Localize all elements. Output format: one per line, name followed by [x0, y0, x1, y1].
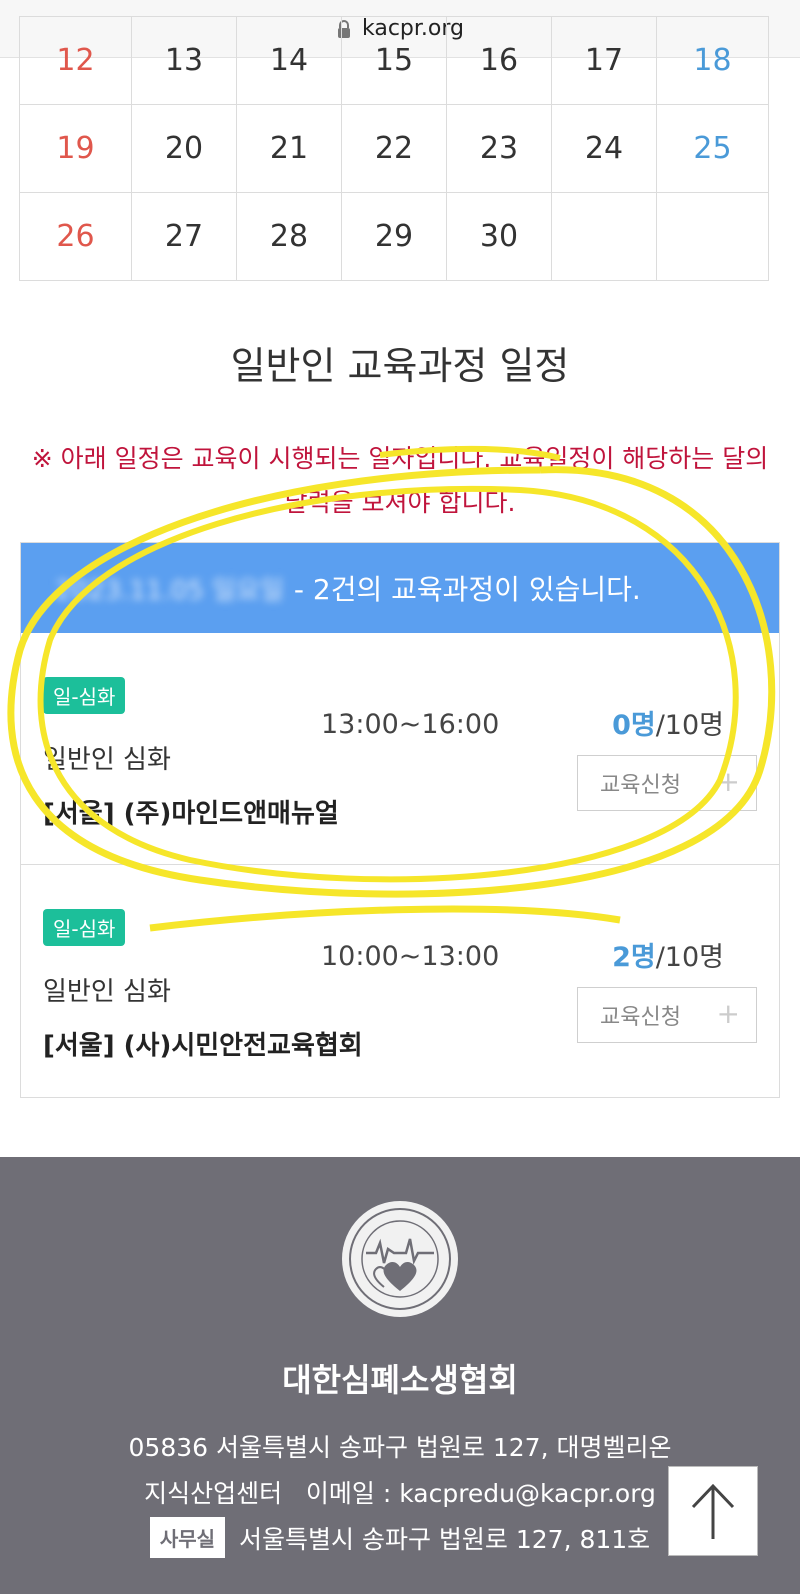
calendar-day[interactable]: 29 [341, 192, 447, 281]
apply-course-button[interactable]: 교육신청 + [577, 987, 757, 1043]
course-enrollment: 0명/10명 [612, 703, 724, 742]
course-time: 10:00~13:00 [321, 941, 500, 972]
course-place: [서울] (주)마인드앤매뉴얼 [43, 799, 339, 829]
course-schedule-list: 2023.11.05 일요일 - 2건의 교육과정이 있습니다. 일-심화 일반… [20, 542, 780, 1098]
calendar-day[interactable]: 28 [236, 192, 342, 281]
calendar-day[interactable]: 25 [656, 104, 769, 193]
course-type: 일반인 심화 [43, 977, 171, 1007]
calendar-week-row: 12 13 14 15 16 17 18 [19, 16, 780, 106]
calendar-day[interactable]: 12 [19, 16, 132, 105]
calendar-day-empty [656, 192, 769, 281]
plus-icon: + [716, 765, 740, 798]
scroll-to-top-button[interactable] [668, 1466, 758, 1556]
calendar-day[interactable]: 24 [551, 104, 657, 193]
calendar-day[interactable]: 15 [341, 16, 447, 105]
calendar-week-row: 19 20 21 22 23 24 25 [19, 104, 780, 194]
organization-name: 대한심폐소생협회 [282, 1361, 518, 1399]
apply-button-label: 교육신청 [600, 773, 681, 798]
course-time: 13:00~16:00 [321, 709, 500, 740]
course-count-text: - 2건의 교육과정이 있습니다. [293, 573, 641, 606]
apply-course-button[interactable]: 교육신청 + [577, 755, 757, 811]
calendar-day-empty [551, 192, 657, 281]
office-badge: 사무실 [149, 1517, 226, 1558]
calendar-day[interactable]: 21 [236, 104, 342, 193]
arrow-up-icon [691, 1483, 735, 1539]
calendar-week-row: 26 27 28 29 30 [19, 192, 780, 282]
apply-button-label: 교육신청 [600, 1005, 681, 1030]
calendar-day[interactable]: 14 [236, 16, 342, 105]
course-type: 일반인 심화 [43, 745, 171, 775]
course-item: 일-심화 일반인 심화 [서울] (사)시민안전교육협회 10:00~13:00… [21, 865, 779, 1097]
calendar-day[interactable]: 26 [19, 192, 132, 281]
calendar-day[interactable]: 27 [131, 192, 237, 281]
capacity-count: /10명 [655, 942, 724, 973]
page-title: 일반인 교육과정 일정 [230, 344, 570, 388]
course-badge: 일-심화 [43, 909, 126, 946]
course-badge: 일-심화 [43, 677, 126, 714]
enrolled-count: 0명 [612, 710, 656, 741]
course-place: [서울] (사)시민안전교육협회 [43, 1031, 363, 1061]
selected-date-blurred: 2023.11.05 일요일 [55, 575, 284, 606]
enrolled-count: 2명 [612, 942, 656, 973]
office-address-text: 서울특별시 송파구 법원로 127, 811호 [239, 1524, 651, 1554]
course-item: 일-심화 일반인 심화 [서울] (주)마인드앤매뉴얼 13:00~16:00 … [21, 633, 779, 865]
calendar-day[interactable]: 30 [446, 192, 552, 281]
calendar-day[interactable]: 20 [131, 104, 237, 193]
calendar-day[interactable]: 22 [341, 104, 447, 193]
calendar-day[interactable]: 13 [131, 16, 237, 105]
schedule-notice: ※ 아래 일정은 교육이 시행되는 일자입니다. 교육일정이 해당하는 달의 달… [31, 444, 769, 517]
calendar-day[interactable]: 19 [19, 104, 132, 193]
schedule-header: 2023.11.05 일요일 - 2건의 교육과정이 있습니다. [21, 543, 779, 633]
course-enrollment: 2명/10명 [612, 935, 724, 974]
address-line: 05836 서울특별시 송파구 법원로 127, 대명벨리온 [128, 1433, 672, 1462]
calendar-day[interactable]: 17 [551, 16, 657, 105]
association-logo [342, 1201, 458, 1317]
calendar-day[interactable]: 23 [446, 104, 552, 193]
calendar-day[interactable]: 16 [446, 16, 552, 105]
calendar-day[interactable]: 18 [656, 16, 769, 105]
plus-icon: + [716, 997, 740, 1030]
capacity-count: /10명 [655, 710, 724, 741]
